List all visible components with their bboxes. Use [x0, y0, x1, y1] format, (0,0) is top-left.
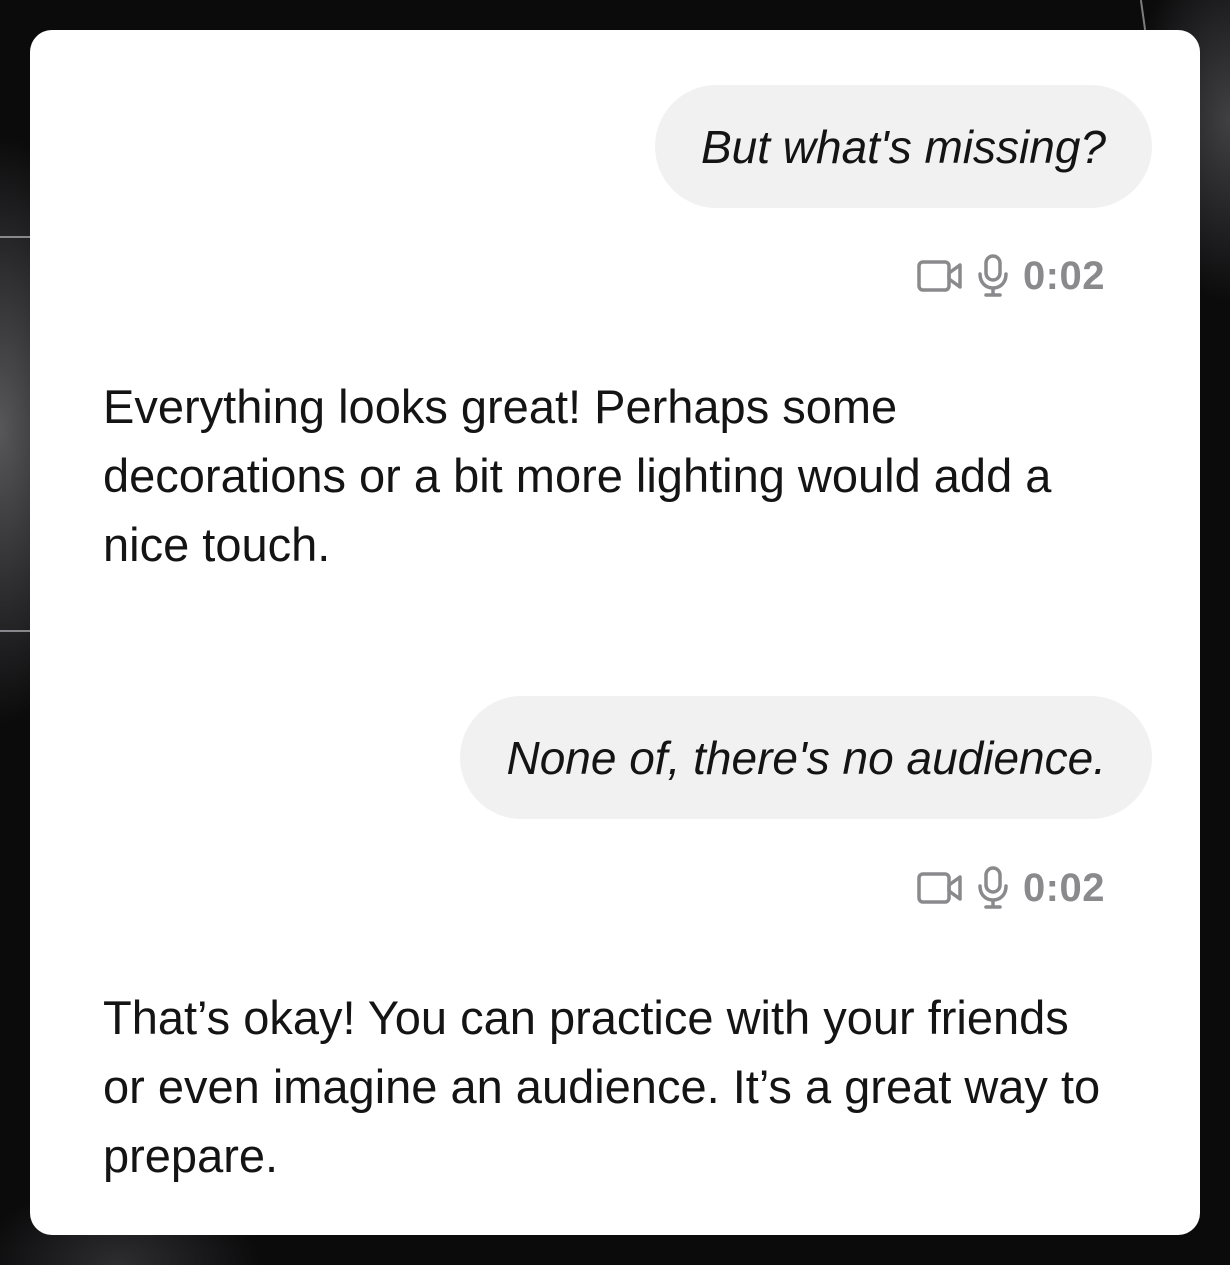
user-message: None of, there's no audience.	[460, 696, 1152, 819]
microphone-icon[interactable]	[977, 254, 1009, 298]
chat-transcript: But what's missing? 0:02 Everything look…	[30, 30, 1200, 1235]
microphone-icon[interactable]	[977, 866, 1009, 910]
video-camera-icon[interactable]	[917, 259, 963, 293]
message-meta: 0:02	[917, 866, 1105, 910]
recording-duration: 0:02	[1022, 865, 1105, 910]
user-message-bubble: But what's missing?	[654, 85, 1152, 208]
background-streak	[0, 630, 30, 632]
assistant-message: Everything looks great! Perhaps some dec…	[103, 380, 1052, 571]
user-message-bubble: None of, there's no audience.	[460, 696, 1152, 819]
message-meta: 0:02	[917, 254, 1105, 298]
user-message: But what's missing?	[654, 85, 1152, 208]
assistant-message: That’s okay! You can practice with your …	[103, 991, 1101, 1182]
recording-duration: 0:02	[1022, 253, 1105, 298]
background-streak	[0, 236, 30, 238]
video-camera-icon[interactable]	[917, 871, 963, 905]
